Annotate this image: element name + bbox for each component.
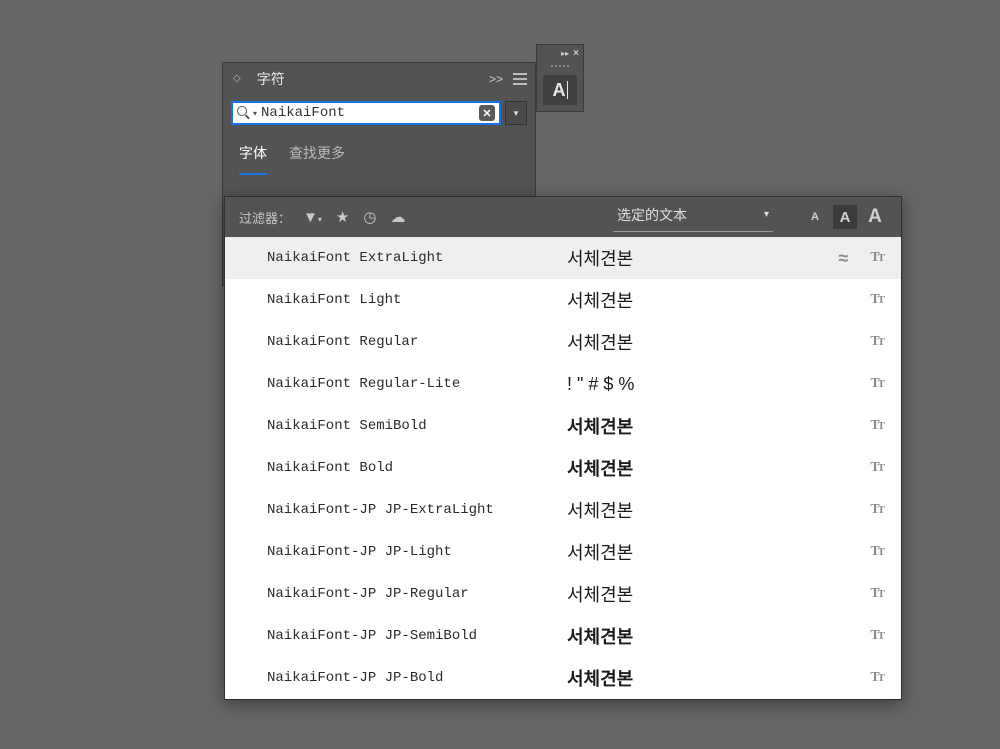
font-row[interactable]: NaikaiFont Regular-Lite! " # $ %TT bbox=[225, 363, 901, 405]
font-tags: ≈ TT bbox=[838, 248, 883, 269]
truetype-icon: TT bbox=[870, 628, 883, 644]
font-search-row: ▾ ✕ ▾ bbox=[223, 95, 535, 131]
font-row[interactable]: NaikaiFont Light서체견본TT bbox=[225, 279, 901, 321]
preview-size-large[interactable]: A bbox=[863, 205, 887, 229]
font-name-label: NaikaiFont-JP JP-SemiBold bbox=[267, 628, 567, 644]
close-icon[interactable]: × bbox=[573, 48, 579, 59]
font-name-label: NaikaiFont Bold bbox=[267, 460, 567, 476]
truetype-icon: TT bbox=[870, 670, 883, 686]
font-tags: TT bbox=[870, 418, 883, 434]
preview-mode-label: 选定的文本 bbox=[617, 205, 687, 225]
cloud-sync-icon[interactable]: ☁ bbox=[390, 208, 405, 226]
font-preview-text: 서체견본 bbox=[567, 581, 870, 607]
font-row[interactable]: NaikaiFont-JP JP-Regular서체견본TT bbox=[225, 573, 901, 615]
panel-title[interactable]: 字符 bbox=[247, 65, 295, 93]
font-tags: TT bbox=[870, 460, 883, 476]
font-tags: TT bbox=[870, 628, 883, 644]
drag-handle-icon[interactable]: ◇ bbox=[233, 74, 241, 84]
font-preview-text: 서체견본 bbox=[567, 497, 870, 523]
font-preview-text: 서체견본 bbox=[567, 413, 870, 439]
font-search-input[interactable] bbox=[261, 105, 479, 121]
font-row[interactable]: NaikaiFont ExtraLight서체견본≈ TT bbox=[225, 237, 901, 279]
font-subtabs: 字体 查找更多 bbox=[223, 131, 535, 175]
panel-tabbar: ◇ 字符 >> bbox=[223, 63, 535, 95]
font-row[interactable]: NaikaiFont-JP JP-ExtraLight서체견본TT bbox=[225, 489, 901, 531]
clear-search-button[interactable]: ✕ bbox=[479, 105, 495, 121]
truetype-icon: TT bbox=[870, 544, 883, 560]
panel-menu-icon[interactable] bbox=[513, 73, 527, 85]
font-tags: TT bbox=[870, 376, 883, 392]
font-row[interactable]: NaikaiFont Bold서체견본TT bbox=[225, 447, 901, 489]
font-name-label: NaikaiFont Light bbox=[267, 292, 567, 308]
font-list: NaikaiFont ExtraLight서체견본≈TTNaikaiFont L… bbox=[225, 237, 901, 699]
font-preview-text: 서체견본 bbox=[567, 245, 838, 271]
font-tags: TT bbox=[870, 544, 883, 560]
type-tool-button[interactable]: A bbox=[543, 75, 577, 105]
font-name-label: NaikaiFont Regular-Lite bbox=[267, 376, 567, 392]
truetype-icon: TT bbox=[870, 418, 883, 434]
favorites-icon[interactable]: ★ bbox=[336, 208, 349, 226]
font-row[interactable]: NaikaiFont-JP JP-Light서체견본TT bbox=[225, 531, 901, 573]
truetype-icon: TT bbox=[870, 292, 883, 308]
truetype-icon: TT bbox=[870, 334, 883, 350]
font-name-label: NaikaiFont SemiBold bbox=[267, 418, 567, 434]
font-name-label: NaikaiFont Regular bbox=[267, 334, 567, 350]
font-search-box[interactable]: ▾ ✕ bbox=[231, 101, 501, 125]
font-preview-text: 서체견본 bbox=[567, 623, 870, 649]
font-preview-text: 서체견본 bbox=[567, 455, 870, 481]
font-name-label: NaikaiFont-JP JP-ExtraLight bbox=[267, 502, 567, 518]
font-preview-text: 서체견본 bbox=[567, 539, 870, 565]
filter-label: 过滤器： bbox=[239, 208, 291, 227]
truetype-icon: TT bbox=[870, 460, 883, 476]
grip-icon[interactable] bbox=[537, 61, 583, 71]
truetype-icon: TT bbox=[870, 586, 883, 602]
preview-size-small[interactable]: A bbox=[803, 205, 827, 229]
font-name-label: NaikaiFont-JP JP-Bold bbox=[267, 670, 567, 686]
font-name-label: NaikaiFont-JP JP-Light bbox=[267, 544, 567, 560]
funnel-icon[interactable]: ▼▾ bbox=[303, 209, 322, 226]
tool-dock: ▸▸ × A bbox=[536, 44, 584, 112]
font-row[interactable]: NaikaiFont Regular서체견본TT bbox=[225, 321, 901, 363]
truetype-icon: TT bbox=[870, 502, 883, 518]
tool-dock-header: ▸▸ × bbox=[537, 45, 583, 61]
font-preview-text: ! " # $ % bbox=[567, 374, 870, 395]
recent-icon[interactable]: ◷ bbox=[363, 208, 376, 226]
filter-bar: 过滤器： ▼▾ ★ ◷ ☁ 选定的文本 ▾ A A A bbox=[225, 197, 901, 237]
font-flyout: 过滤器： ▼▾ ★ ◷ ☁ 选定的文本 ▾ A A A NaikaiFont E… bbox=[224, 196, 902, 700]
font-row[interactable]: NaikaiFont-JP JP-SemiBold서체견본TT bbox=[225, 615, 901, 657]
truetype-icon: TT bbox=[870, 376, 883, 392]
search-icon bbox=[237, 106, 251, 120]
font-row[interactable]: NaikaiFont SemiBold서체견본TT bbox=[225, 405, 901, 447]
preview-mode-select[interactable]: 选定的文本 ▾ bbox=[613, 203, 773, 232]
font-name-label: NaikaiFont ExtraLight bbox=[267, 250, 567, 266]
font-row[interactable]: NaikaiFont-JP JP-Bold서체견본TT bbox=[225, 657, 901, 699]
font-preview-text: 서체견본 bbox=[567, 665, 870, 691]
font-tags: TT bbox=[870, 670, 883, 686]
font-preview-text: 서체견본 bbox=[567, 329, 870, 355]
font-name-label: NaikaiFont-JP JP-Regular bbox=[267, 586, 567, 602]
search-mode-dropdown-icon[interactable]: ▾ bbox=[253, 109, 257, 118]
truetype-icon: TT bbox=[870, 250, 883, 266]
collapse-icon[interactable]: ▸▸ bbox=[561, 49, 569, 58]
font-tags: TT bbox=[870, 292, 883, 308]
similarity-icon: ≈ bbox=[838, 248, 848, 269]
preview-size-medium[interactable]: A bbox=[833, 205, 857, 229]
font-preview-text: 서체견본 bbox=[567, 287, 870, 313]
type-tool-label: A bbox=[553, 80, 566, 101]
font-tags: TT bbox=[870, 502, 883, 518]
font-dropdown-toggle[interactable]: ▾ bbox=[505, 101, 527, 125]
preview-size-buttons: A A A bbox=[803, 205, 887, 229]
font-tags: TT bbox=[870, 334, 883, 350]
collapse-button[interactable]: >> bbox=[489, 72, 503, 86]
tab-fonts[interactable]: 字体 bbox=[239, 143, 267, 175]
font-tags: TT bbox=[870, 586, 883, 602]
chevron-down-icon: ▾ bbox=[764, 209, 769, 220]
tab-find-more[interactable]: 查找更多 bbox=[289, 143, 345, 175]
